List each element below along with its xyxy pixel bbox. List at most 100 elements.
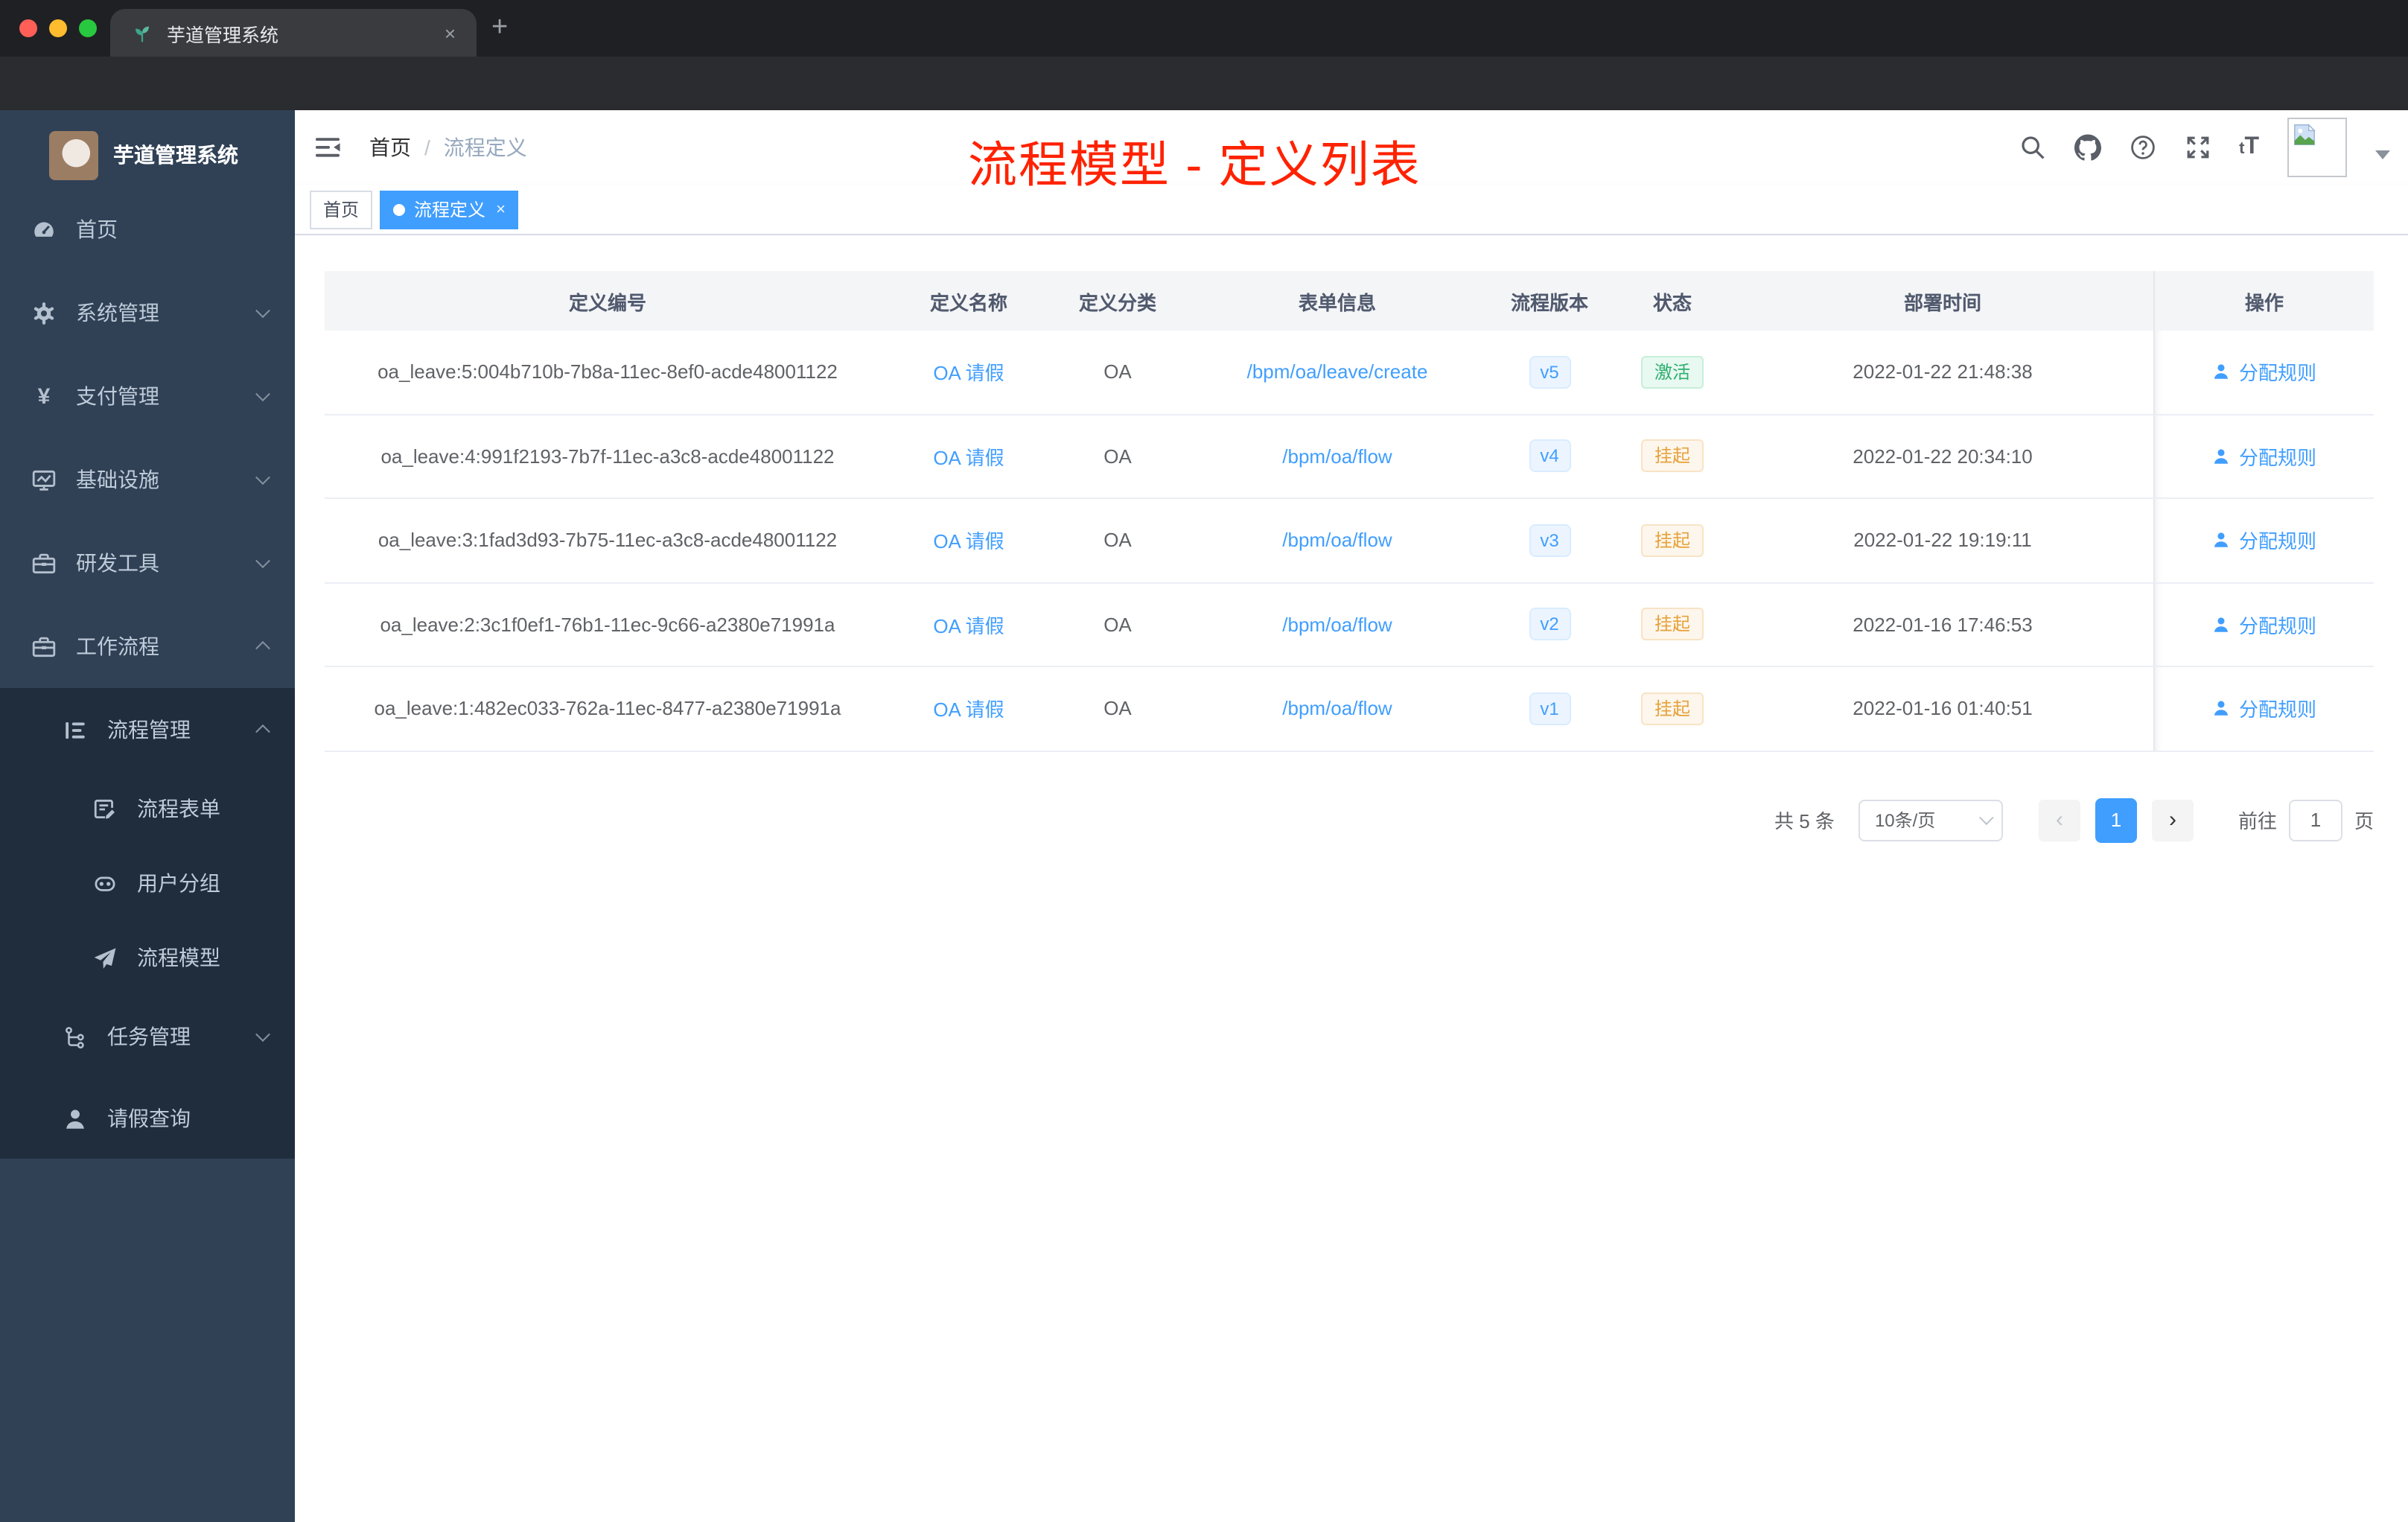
sidebar-item-请假查询[interactable]: 请假查询: [0, 1078, 295, 1159]
sidebar-item-用户分组[interactable]: 用户分组: [0, 846, 295, 920]
sidebar-item-label: 流程模型: [137, 946, 220, 969]
sidebar-item-流程模型[interactable]: 流程模型: [0, 920, 295, 995]
form-link[interactable]: /bpm/oa/flow: [1282, 614, 1392, 636]
definition-name-link[interactable]: OA 请假: [933, 526, 1004, 555]
definition-name-link[interactable]: OA 请假: [933, 695, 1004, 723]
avatar-caret-icon[interactable]: [2375, 150, 2390, 159]
cell-deploy-time: 2022-01-22 19:19:11: [1732, 499, 2153, 582]
chevron-up-icon: [255, 724, 270, 739]
definition-name-link[interactable]: OA 请假: [933, 611, 1004, 639]
sidebar-item-研发工具[interactable]: 研发工具: [0, 521, 295, 605]
sidebar-logo-row[interactable]: 芋道管理系统: [0, 122, 295, 188]
screen: 芋道管理系统 × + 不安全 dashboard.yudao.iocoder.c…: [0, 0, 2408, 1522]
table-row: oa_leave:1:482ec033-762a-11ec-8477-a2380…: [325, 667, 2374, 751]
cell-category: OA: [1047, 583, 1188, 666]
assign-rule-link[interactable]: 分配规则: [2212, 358, 2316, 386]
column-header-定义编号: 定义编号: [568, 291, 646, 313]
table-row: oa_leave:2:3c1f0ef1-76b1-11ec-9c66-a2380…: [325, 583, 2374, 667]
table-row: oa_leave:5:004b710b-7b8a-11ec-8ef0-acde4…: [325, 331, 2374, 415]
tag-close-icon[interactable]: ×: [496, 200, 506, 218]
definition-name-link[interactable]: OA 请假: [933, 358, 1004, 386]
cell-form-info: /bpm/oa/flow: [1188, 499, 1486, 582]
browser-tab[interactable]: 芋道管理系统 ×: [110, 9, 477, 57]
page-number-button[interactable]: 1: [2095, 797, 2137, 842]
sidebar-item-label: 首页: [76, 217, 118, 241]
user-icon: [2212, 699, 2232, 719]
hamburger-icon[interactable]: [313, 133, 343, 162]
toolbox-icon: [31, 550, 57, 576]
cell-definition-name: OA 请假: [891, 583, 1047, 666]
font-size-icon[interactable]: tT: [2239, 134, 2259, 161]
assign-rule-link[interactable]: 分配规则: [2212, 611, 2316, 639]
user-icon: [2212, 363, 2232, 382]
sidebar-item-label: 请假查询: [107, 1107, 191, 1130]
tag-首页[interactable]: 首页: [310, 190, 373, 229]
category-value: OA: [1103, 360, 1132, 383]
pagination-total: 共 5 条: [1774, 810, 1835, 832]
cell-definition-id: oa_leave:1:482ec033-762a-11ec-8477-a2380…: [325, 667, 891, 750]
macos-zoom-button[interactable]: [79, 19, 97, 37]
sidebar-item-系统管理[interactable]: 系统管理: [0, 271, 295, 354]
form-link[interactable]: /bpm/oa/flow: [1282, 698, 1392, 720]
user-avatar[interactable]: [2287, 118, 2347, 177]
new-tab-button[interactable]: +: [491, 12, 508, 45]
sidebar-item-首页[interactable]: 首页: [0, 188, 295, 271]
category-value: OA: [1103, 697, 1132, 720]
form-link[interactable]: /bpm/oa/flow: [1282, 445, 1392, 468]
column-header-定义名称: 定义名称: [929, 291, 1007, 313]
sidebar: 芋道管理系统 首页系统管理 ¥ 支付管理 基础设施 研发工具工作流程流程管理 流程表单用户…: [0, 110, 295, 1522]
assign-rule-link[interactable]: 分配规则: [2212, 526, 2316, 555]
submenu-流程管理: 流程表单用户分组流程模型: [0, 771, 295, 995]
github-icon[interactable]: [2074, 134, 2101, 161]
breadcrumb-separator: /: [424, 136, 430, 159]
cell-deploy-time: 2022-01-22 20:34:10: [1732, 415, 2153, 497]
sidebar-item-支付管理[interactable]: ¥ 支付管理: [0, 354, 295, 438]
form-link[interactable]: /bpm/oa/leave/create: [1247, 361, 1428, 383]
cell-version: v3: [1486, 499, 1613, 582]
sidebar-item-label: 工作流程: [76, 634, 159, 658]
breadcrumb-home[interactable]: 首页: [369, 133, 411, 162]
cell-status: 激活: [1613, 331, 1732, 413]
definition-table: 定义编号 定义名称 定义分类 表单信息 流程版本 状态 部署时间 操作 oa_leave:5:…: [325, 271, 2374, 751]
sidebar-item-基础设施[interactable]: 基础设施: [0, 438, 295, 521]
cell-deploy-time: 2022-01-22 21:48:38: [1732, 331, 2153, 413]
assign-rule-label: 分配规则: [2238, 698, 2316, 722]
cell-definition-name: OA 请假: [891, 667, 1047, 750]
cell-form-info: /bpm/oa/leave/create: [1188, 331, 1486, 413]
sidebar-item-流程管理[interactable]: 流程管理: [0, 688, 295, 771]
cell-actions: 分配规则: [2153, 415, 2374, 497]
sidebar-item-流程表单[interactable]: 流程表单: [0, 771, 295, 846]
definition-name-link[interactable]: OA 请假: [933, 442, 1004, 471]
cell-definition-id: oa_leave:4:991f2193-7b7f-11ec-a3c8-acde4…: [325, 415, 891, 497]
version-badge: v2: [1529, 608, 1570, 641]
page-size-select[interactable]: 10条/页: [1858, 799, 2003, 841]
sidebar-item-任务管理[interactable]: 任务管理: [0, 995, 295, 1078]
broken-image-icon: [2294, 123, 2316, 145]
sidebar-item-label: 用户分组: [137, 871, 220, 895]
breadcrumb-current: 流程定义: [443, 136, 527, 159]
help-question-icon[interactable]: [2129, 134, 2156, 161]
fullscreen-icon[interactable]: [2184, 134, 2211, 161]
cell-status: 挂起: [1613, 667, 1732, 750]
prev-page-button[interactable]: ‹: [2038, 799, 2080, 841]
definition-id: oa_leave:5:004b710b-7b8a-11ec-8ef0-acde4…: [378, 360, 838, 383]
deploy-time: 2022-01-22 21:48:38: [1853, 360, 2033, 383]
cell-actions: 分配规则: [2153, 331, 2374, 413]
tab-close-icon[interactable]: ×: [439, 22, 462, 44]
macos-close-button[interactable]: [19, 19, 37, 37]
next-page-button[interactable]: ›: [2151, 799, 2194, 841]
sidebar-item-工作流程[interactable]: 工作流程: [0, 605, 295, 688]
tag-流程定义[interactable]: 流程定义 ×: [380, 190, 519, 229]
user-icon: [2212, 531, 2232, 550]
assign-rule-link[interactable]: 分配规则: [2212, 442, 2316, 471]
assign-rule-link[interactable]: 分配规则: [2212, 695, 2316, 723]
cell-deploy-time: 2022-01-16 01:40:51: [1732, 667, 2153, 750]
search-icon[interactable]: [2019, 134, 2045, 161]
goto-page-input[interactable]: [2288, 799, 2342, 841]
form-link[interactable]: /bpm/oa/flow: [1282, 529, 1392, 552]
browser-toolbar: 不安全 dashboard.yudao.iocoder.cn /bpm/mana…: [0, 57, 2408, 161]
active-dot-icon: [393, 203, 406, 215]
macos-minimize-button[interactable]: [49, 19, 67, 37]
cell-status: 挂起: [1613, 583, 1732, 666]
browser-tabstrip: 芋道管理系统 × +: [0, 0, 2408, 57]
